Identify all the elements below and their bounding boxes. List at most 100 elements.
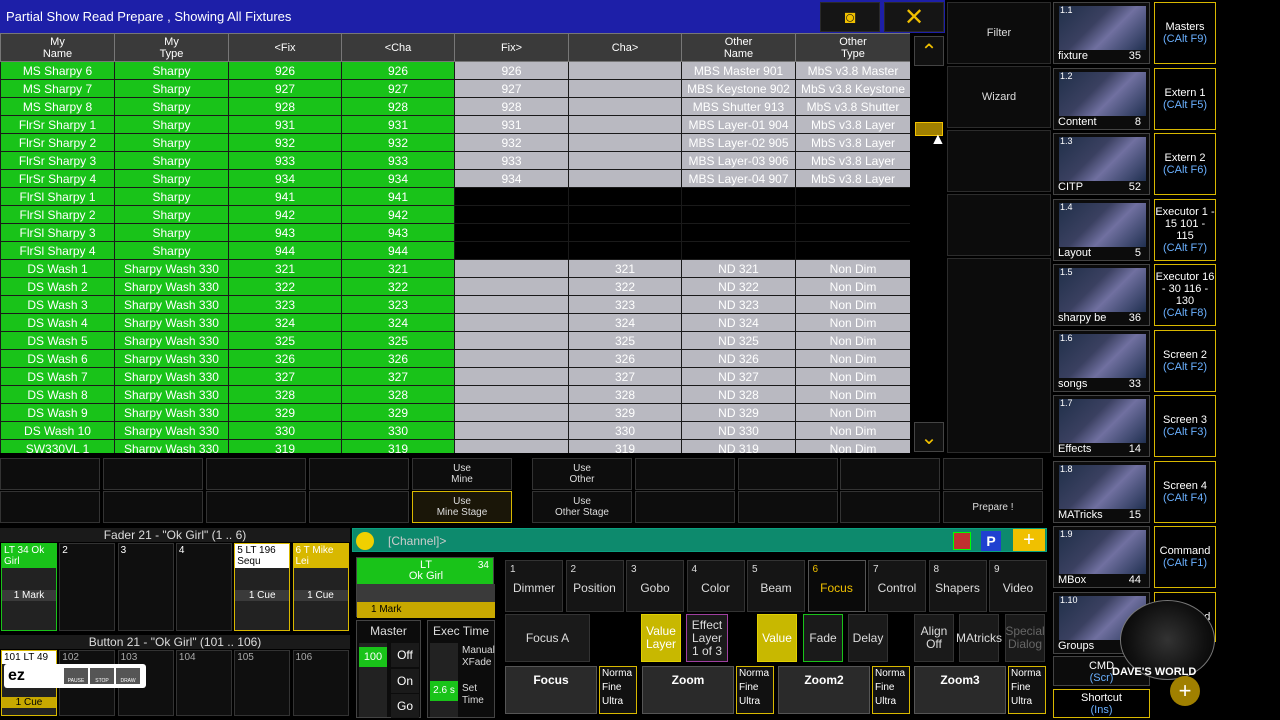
- table-row[interactable]: FlrSl Sharpy 2 Sharpy 942 942: [0, 205, 910, 224]
- table-cell-cha[interactable]: 330: [568, 421, 682, 440]
- table-row[interactable]: FlrSr Sharpy 3 Sharpy 933 933 933 MBS Layer-0…: [0, 151, 910, 170]
- table-cell-fix[interactable]: 927: [454, 79, 569, 98]
- table-row[interactable]: DS Wash 8 Sharpy Wash 330 328 328 328 ND 328 N…: [0, 385, 910, 404]
- table-cell-otype[interactable]: Non Dim: [795, 295, 910, 314]
- table-cell-oname[interactable]: MBS Layer-01 904: [681, 115, 796, 134]
- table-cell-fix[interactable]: [454, 421, 569, 440]
- table-cell-otype[interactable]: Non Dim: [795, 385, 910, 404]
- off-button[interactable]: Off: [391, 643, 419, 667]
- table-cell-fix[interactable]: [454, 313, 569, 332]
- logo-button-stop[interactable]: STOP: [90, 668, 114, 684]
- table-cell-cha[interactable]: [568, 205, 682, 224]
- table-cell-otype[interactable]: [795, 187, 910, 206]
- column-header[interactable]: <Cha: [341, 33, 455, 62]
- column-header[interactable]: Fix>: [454, 33, 569, 62]
- table-cell-cha[interactable]: 326: [568, 349, 682, 368]
- table-cell-fix[interactable]: [454, 277, 569, 296]
- table-cell-fix[interactable]: [454, 295, 569, 314]
- screen-button-2[interactable]: Extern 2 (CAlt F6): [1154, 133, 1216, 195]
- table-cell-fix[interactable]: 926: [454, 61, 569, 80]
- fader-slot-1[interactable]: LT 34 Ok Girl 1 Mark: [1, 543, 57, 631]
- scroll-down-button[interactable]: ⌄: [914, 422, 944, 452]
- screen-button-3[interactable]: Executor 1 - 15 101 - 115 (CAlt F7): [1154, 198, 1216, 261]
- table-row[interactable]: FlrSr Sharpy 1 Sharpy 931 931 931 MBS Layer-0…: [0, 115, 910, 134]
- table-cell-oname[interactable]: MBS Layer-02 905: [681, 133, 796, 152]
- feature-button-focus[interactable]: 6 Focus: [807, 560, 866, 612]
- value-button[interactable]: Value: [757, 614, 797, 662]
- use-other-button[interactable]: Use Other: [532, 458, 632, 490]
- table-cell-oname[interactable]: MBS Shutter 913: [681, 97, 796, 116]
- exec-time-fader[interactable]: [430, 643, 458, 717]
- table-cell-otype[interactable]: MbS v3.8 Layer: [795, 169, 910, 188]
- table-cell-cha[interactable]: 322: [568, 277, 682, 296]
- table-cell-oname[interactable]: ND 321: [681, 259, 796, 278]
- screen-button-8[interactable]: Command (CAlt F1): [1154, 526, 1216, 588]
- table-row[interactable]: DS Wash 9 Sharpy Wash 330 329 329 329 ND 329 N…: [0, 403, 910, 422]
- table-cell-cha[interactable]: 327: [568, 367, 682, 386]
- table-row[interactable]: DS Wash 6 Sharpy Wash 330 326 326 326 ND 326 N…: [0, 349, 910, 368]
- table-cell-cha[interactable]: [568, 61, 682, 80]
- table-cell-fix[interactable]: [454, 205, 569, 224]
- table-cell-oname[interactable]: ND 322: [681, 277, 796, 296]
- table-row[interactable]: DS Wash 1 Sharpy Wash 330 321 321 321 ND 321 N…: [0, 259, 910, 278]
- matricks-button[interactable]: MAtricks: [956, 614, 1002, 662]
- delay-button[interactable]: Delay: [848, 614, 888, 662]
- table-cell-oname[interactable]: ND 328: [681, 385, 796, 404]
- table-cell-cha[interactable]: 328: [568, 385, 682, 404]
- table-cell-otype[interactable]: MbS v3.8 Layer: [795, 133, 910, 152]
- table-cell-oname[interactable]: [681, 241, 796, 260]
- filter-button[interactable]: Filter: [947, 2, 1051, 64]
- feature-button-shapers[interactable]: 8 Shapers: [928, 560, 987, 612]
- table-row[interactable]: DS Wash 7 Sharpy Wash 330 327 327 327 ND 327 N…: [0, 367, 910, 386]
- table-cell-fix[interactable]: [454, 385, 569, 404]
- column-header[interactable]: Other Type: [795, 33, 910, 62]
- table-cell-otype[interactable]: Non Dim: [795, 367, 910, 386]
- table-cell-fix[interactable]: [454, 223, 569, 242]
- empty-exec-button[interactable]: [206, 491, 306, 523]
- table-cell-cha[interactable]: 325: [568, 331, 682, 350]
- table-cell-cha[interactable]: [568, 115, 682, 134]
- table-cell-otype[interactable]: Non Dim: [795, 439, 910, 453]
- table-row[interactable]: MS Sharpy 7 Sharpy 927 927 927 MBS Keystone 9…: [0, 79, 910, 98]
- column-header[interactable]: <Fix: [228, 33, 342, 62]
- table-cell-cha[interactable]: 321: [568, 259, 682, 278]
- table-cell-oname[interactable]: ND 325: [681, 331, 796, 350]
- screen-button-6[interactable]: Screen 3 (CAlt F3): [1154, 395, 1216, 457]
- feature-button-beam[interactable]: 5 Beam: [747, 560, 805, 612]
- encoder-mode-zoom2[interactable]: Norma Fine Ultra: [872, 666, 910, 714]
- feature-button-control[interactable]: 7 Control: [868, 560, 926, 612]
- table-cell-cha[interactable]: [568, 151, 682, 170]
- table-cell-oname[interactable]: MBS Layer-03 906: [681, 151, 796, 170]
- view-button-songs[interactable]: 1.6 songs 33: [1053, 329, 1150, 392]
- table-cell-otype[interactable]: MbS v3.8 Layer: [795, 115, 910, 134]
- table-cell-cha[interactable]: [568, 133, 682, 152]
- table-cell-otype[interactable]: Non Dim: [795, 403, 910, 422]
- align-off-button[interactable]: Align Off: [914, 614, 954, 662]
- table-cell-oname[interactable]: ND 327: [681, 367, 796, 386]
- column-header[interactable]: My Type: [114, 33, 229, 62]
- table-scrollbar[interactable]: [910, 33, 947, 453]
- table-cell-fix[interactable]: 928: [454, 97, 569, 116]
- use-mine-button[interactable]: Use Mine: [412, 458, 512, 490]
- table-row[interactable]: FlrSl Sharpy 3 Sharpy 943 943: [0, 223, 910, 242]
- fade-button[interactable]: Fade: [803, 614, 843, 662]
- table-row[interactable]: DS Wash 10 Sharpy Wash 330 330 330 330 ND 330…: [0, 421, 910, 440]
- table-row[interactable]: FlrSl Sharpy 4 Sharpy 944 944: [0, 241, 910, 260]
- screen-button-5[interactable]: Screen 2 (CAlt F2): [1154, 329, 1216, 392]
- empty-exec-button[interactable]: [103, 458, 203, 490]
- table-cell-fix[interactable]: [454, 349, 569, 368]
- fader-slot-3[interactable]: 3: [117, 543, 174, 631]
- empty-exec-button[interactable]: [0, 491, 100, 523]
- focus-a-button[interactable]: Focus A: [505, 614, 590, 662]
- table-cell-cha[interactable]: [568, 187, 682, 206]
- command-line[interactable]: [Channel]> P +: [352, 528, 1047, 552]
- table-cell-cha[interactable]: 324: [568, 313, 682, 332]
- encoder-mode-zoom[interactable]: Norma Fine Ultra: [736, 666, 774, 714]
- effect-layer-button[interactable]: Effect Layer 1 of 3: [686, 614, 728, 662]
- empty-exec-button[interactable]: [738, 458, 838, 490]
- view-button-sharpy-be[interactable]: 1.5 sharpy be 36: [1053, 264, 1150, 326]
- special-dialog-button[interactable]: Special Dialog: [1005, 614, 1045, 662]
- empty-exec-button[interactable]: [309, 491, 409, 523]
- view-button-fixture[interactable]: 1.1 fixture 35: [1053, 2, 1150, 64]
- feature-button-position[interactable]: 2 Position: [565, 560, 624, 612]
